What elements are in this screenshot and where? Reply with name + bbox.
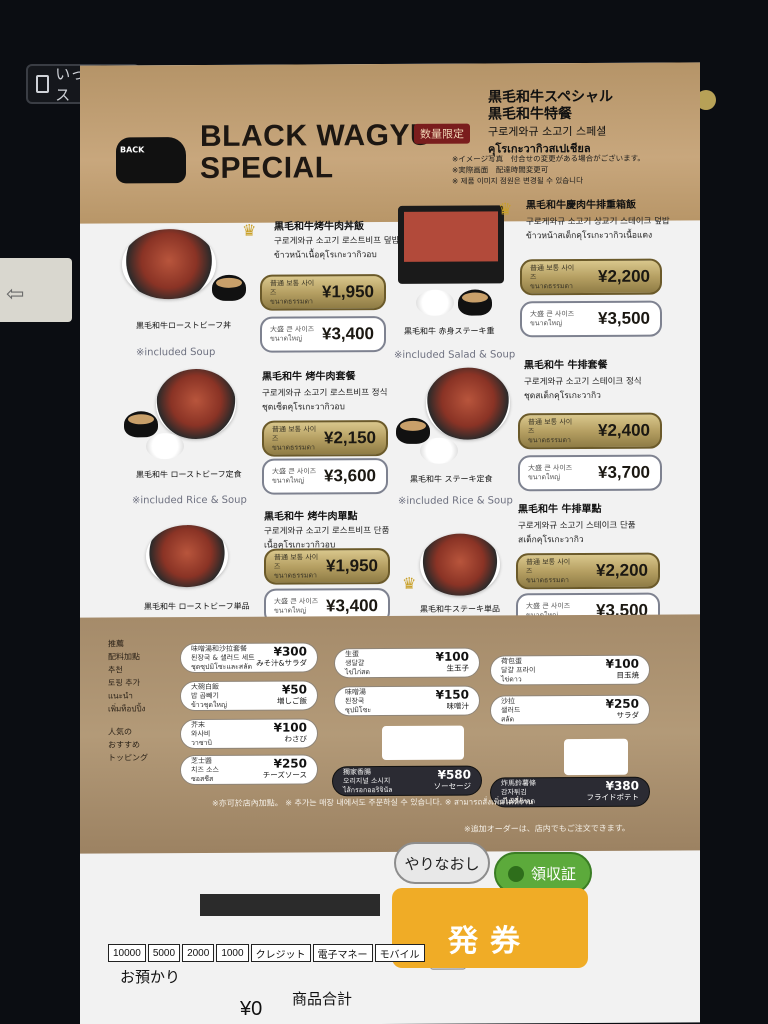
deposit-label: お預かり [120, 968, 181, 986]
dish-image [156, 368, 236, 440]
rice-bowl-image [420, 437, 458, 464]
pay-mobile: モバイル [374, 944, 425, 962]
included-note: ※included Rice & Soup [398, 495, 513, 507]
topping-extra-rice-button[interactable]: 大碗白飯 밥 곱빼기 ข้าวชุดใหญ่ ¥50 増しご飯 [180, 680, 318, 712]
limited-badge: 数量限定 [414, 123, 470, 144]
topping-note: ※亦可於店內加點。 ※ 추가는 매장 내에서도 주문하실 수 있습니다. ※ ส… [212, 797, 534, 808]
dish-label: 黒毛和牛 ローストビーフ単品 [144, 601, 250, 612]
topping-sausage-button[interactable]: 獨家香腸 오리지널 소시지 ไส้กรอกออริจินัล ¥580 ソーセージ [332, 765, 482, 797]
item-title: 黒毛和牛慶肉牛排重箱飯 [526, 199, 636, 212]
soup-bowl-image [396, 417, 430, 444]
item-subtitle: 구로게와규 소고기 상교기 스테이크 덮밥 ข้าวหน้าสเต็กคุโรเ… [526, 216, 670, 242]
cash-5000: 5000 [147, 944, 181, 962]
price-regular-button[interactable]: 普通 보통 사이즈 ขนาดธรรมดา ¥2,200 [520, 258, 662, 296]
total-label: 商品合計 [292, 990, 353, 1008]
topping-miso-soup-button[interactable]: 味噌湯 된장국 ซุปมิโซะ ¥150 味噌汁 [334, 685, 480, 717]
item-title: 黒毛和牛 牛排套餐 [524, 359, 608, 372]
status-bar [200, 894, 380, 916]
salad-image [416, 289, 454, 316]
dish-image [398, 205, 504, 284]
dish-label: 黒毛和牛 ステーキ定食 [410, 474, 493, 484]
topping-category-labels: 推薦 配料加點 추천 토핑 추가 แนะนำ เพิ่มท็อปปิ้ง 人気の おすすめ… [108, 639, 148, 763]
cash-2000: 2000 [182, 944, 215, 962]
soup-bowl-image [212, 274, 246, 301]
price-regular-button[interactable]: 普通 보통 사이즈 ขนาดธรรมดา ¥1,950 [264, 548, 390, 585]
cash-1000: 1000 [216, 944, 249, 962]
arrow-left-icon: ⇦ [6, 282, 25, 307]
included-note: ※included Soup [136, 346, 216, 359]
header-notes: ※イメージ写真 付合せの変更がある場合がございます。 ※実際画面 配達時間変更可 ※… [452, 153, 645, 186]
topping-fried-egg-button[interactable]: 荷包蛋 달걀 프라이 ไข่ดาว ¥100 目玉焼 [490, 654, 650, 686]
deposit-value: ¥0 [240, 998, 263, 1020]
pay-credit: クレジット [250, 944, 311, 962]
dish-image [146, 524, 228, 588]
cow-label: BACK [120, 145, 145, 155]
item-title: 黒毛和牛 烤牛肉套餐 [262, 371, 356, 383]
sausage-image [382, 725, 464, 761]
page-title: BLACK WAGYU SPECIAL [200, 118, 433, 185]
price-large-button[interactable]: 大盛 큰 사이즈 ขนาดใหญ่ ¥3,400 [260, 316, 386, 353]
price-regular-button[interactable]: 普通 보통 사이즈 ขนาดธรรมดา ¥2,400 [518, 412, 662, 450]
price-large-button[interactable]: 大盛 큰 사이즈 ขนาดใหญ่ ¥3,600 [262, 458, 388, 495]
item-subtitle: 구로게와규 소고기 로스트비프 정식 ชุดเซ็ตคุโรเกะวากิวอบ [262, 388, 388, 413]
cash-10000: 10000 [108, 944, 146, 962]
crown-icon: ♛ [242, 220, 257, 240]
price-large-button[interactable]: 大盛 큰 사이즈 ขนาดใหญ่ ¥3,700 [518, 454, 662, 492]
topping-salad-button[interactable]: 沙拉 샐러드 สลัด ¥250 サラダ [490, 694, 650, 726]
soup-bowl-image [458, 289, 492, 316]
included-note: ※included Rice & Soup [132, 494, 247, 507]
dish-label: 黒毛和牛ローストビーフ丼 [136, 320, 232, 331]
topping-wasabi-button[interactable]: 芥末 와사비 วาซาบิ ¥100 わさび [180, 718, 318, 750]
topping-raw-egg-button[interactable]: 生蛋 생달걀 ไข่ไก่สด ¥100 生玉子 [334, 647, 480, 679]
redo-button[interactable]: やりなおし [394, 842, 490, 884]
price-regular-button[interactable]: 普通 보통 사이즈 ขนาดธรรมดา ¥2,150 [262, 420, 388, 457]
crown-icon: ♛ [498, 199, 513, 219]
crown-icon: ♛ [402, 573, 417, 593]
item-subtitle: 구로게와규 소고기 스테이크 정식 ชุดสเต็กคุโรเกะวากิว [524, 376, 642, 402]
included-note: ※included Salad & Soup [394, 349, 516, 361]
item-subtitle: 구로게와규 소고기 스테이크 단품 สเต็กคุโรเกะวากิว [518, 520, 636, 546]
dish-image [426, 367, 510, 440]
rice-bowl-image [146, 433, 184, 460]
topping-note-jp: ※追加オーダーは、店内でもご注文できます。 [464, 823, 630, 834]
dish-label: 黒毛和牛ステーキ単品 [420, 604, 500, 614]
price-regular-button[interactable]: 普通 보통 사이즈 ขนาดธรรมดา ¥1,950 [260, 274, 386, 311]
cow-icon [116, 137, 186, 184]
dish-image [122, 228, 216, 300]
price-regular-button[interactable]: 普通 보통 사이즈 ขนาดธรรมดา ¥2,200 [516, 552, 660, 590]
dish-label: 黒毛和牛 ローストビーフ定食 [136, 469, 242, 480]
topping-cheese-sauce-button[interactable]: 芝士醬 치즈 소스 ซอสชีส ¥250 チーズソース [180, 754, 318, 786]
toggle-indicator-icon [508, 866, 524, 882]
header-subtitle: 黒毛和牛スペシャル 黒毛和牛特餐 구로게와규 소고기 스페셜 คุโรเกะวาก… [488, 88, 614, 156]
side-sticker: ⇦ [0, 258, 72, 322]
kiosk-screen: BACK BLACK WAGYU SPECIAL 数量限定 黒毛和牛スペシャル 黒毛… [80, 62, 700, 1024]
pay-emoney: 電子マネー [312, 944, 373, 962]
payment-methods: 10000 5000 2000 1000 クレジット 電子マネー モバイル [108, 944, 425, 962]
logo-icon [36, 75, 50, 93]
soup-bowl-image [124, 411, 158, 438]
dish-label: 黒毛和牛 赤身ステーキ重 [404, 326, 495, 336]
fries-image [564, 738, 628, 776]
item-title: 黒毛和牛 烤牛肉單點 [264, 511, 358, 523]
item-title: 黒毛和牛 牛排單點 [518, 503, 602, 516]
price-large-button[interactable]: 大盛 큰 사이즈 ขนาดใหญ่¥3,500 [520, 300, 662, 338]
dish-image [420, 533, 500, 596]
topping-miso-salad-button[interactable]: 味噌湯和沙拉套餐 된장국 & 샐러드 세트 ชุดซุปมิโซะและสลัด… [180, 642, 318, 674]
